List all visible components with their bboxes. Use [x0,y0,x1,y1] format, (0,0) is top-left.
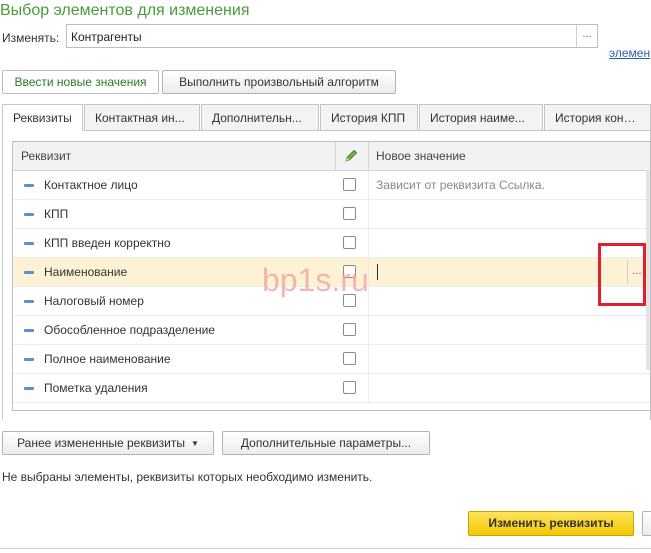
attribute-icon [24,213,34,216]
tab-name-history[interactable]: История наиме... [419,104,543,130]
mode-new-values-button[interactable]: Ввести новые значения [2,70,159,94]
attribute-icon [24,271,34,274]
tab-kpp-history[interactable]: История КПП [320,104,418,130]
attribute-checkbox[interactable] [343,410,356,411]
change-attributes-button[interactable]: Изменить реквизиты [468,511,634,536]
attribute-checkbox[interactable] [343,178,356,191]
attribute-name: Обособленное подразделение [44,323,215,337]
attribute-name: Пометка удаления [44,381,148,395]
tab-attributes[interactable]: Реквизиты [2,104,83,131]
new-value-cell[interactable]: Зависит от реквизита Ссылка. [376,178,545,192]
additional-params-button[interactable]: Дополнительные параметры... [222,431,430,455]
close-button-partial[interactable] [642,511,651,536]
status-message: Не выбраны элементы, реквизиты которых н… [2,470,373,484]
watermark: bp1s.ru [262,262,369,298]
tab-additional[interactable]: Дополнительн... [201,104,319,130]
previously-changed-button[interactable]: Ранее измененные реквизиты ▼ [2,431,214,455]
highlight-box [598,243,646,306]
attribute-name: Полное наименование [44,352,171,366]
table-row[interactable]: КПП [13,200,650,229]
pencil-icon [345,149,358,162]
attribute-name: Контактное лицо [44,178,138,192]
mode-algorithm-button[interactable]: Выполнить произвольный алгоритм [162,70,396,94]
column-header-new-value[interactable]: Новое значение [376,149,466,163]
elements-link[interactable]: элемен [609,46,650,60]
attribute-checkbox[interactable] [343,381,356,394]
tab-contact-info[interactable]: Контактная ин... [84,104,200,130]
table-row[interactable]: КПП введен корректно [13,229,650,258]
change-object-value[interactable]: Контрагенты [71,30,142,44]
attribute-icon [24,184,34,187]
window-title: Выбор элементов для изменения [0,2,250,19]
footer-divider [0,548,651,549]
tab-bar: Реквизиты Контактная ин... Дополнительн.… [0,104,651,131]
previously-changed-label: Ранее измененные реквизиты [17,436,185,450]
attribute-icon [24,358,34,361]
table-row[interactable]: Обособленное подразделение [13,316,650,345]
attribute-name: Налоговый номер [44,294,144,308]
attribute-icon [24,300,34,303]
table-header: Реквизит Новое значение [13,142,650,171]
text-cursor [377,264,378,280]
attribute-checkbox[interactable] [343,236,356,249]
change-object-field[interactable]: Контрагенты ... [66,24,598,48]
attribute-checkbox[interactable] [343,352,356,365]
table-row-partial[interactable] [13,403,650,411]
change-object-select-button[interactable]: ... [576,25,597,47]
chevron-down-icon: ▼ [190,438,199,448]
table-scrollbar[interactable] [646,170,650,370]
attribute-checkbox[interactable] [343,323,356,336]
attribute-name: КПП введен корректно [44,236,171,250]
attribute-name: КПП [44,207,69,221]
tab-contact-history[interactable]: История контак... [544,104,651,130]
change-label: Изменять: [2,31,60,45]
table-row[interactable]: Контактное лицо Зависит от реквизита Ссы… [13,171,650,200]
attribute-icon [24,387,34,390]
table-row[interactable]: Полное наименование [13,345,650,374]
attribute-icon [24,329,34,332]
column-header-attribute[interactable]: Реквизит [21,149,71,163]
attribute-name: Наименование [44,265,128,279]
attribute-checkbox[interactable] [343,207,356,220]
attribute-icon [24,242,34,245]
table-row[interactable]: Пометка удаления [13,374,650,403]
